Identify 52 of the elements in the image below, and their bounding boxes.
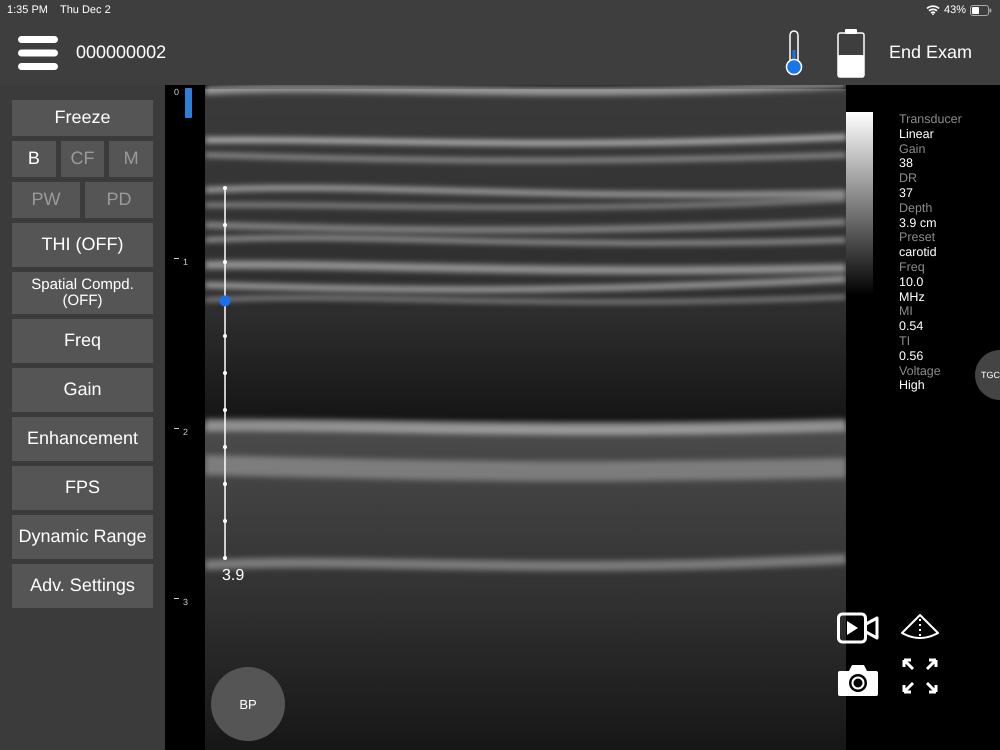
parameter-value: MHz xyxy=(899,290,926,304)
parameter-label: Freq xyxy=(899,260,926,275)
parameter-label: DR xyxy=(899,171,918,186)
control-button[interactable]: Spatial Compd. (OFF) xyxy=(12,272,153,314)
focus-thumb[interactable] xyxy=(220,295,230,306)
parameter-value: 10.0 xyxy=(899,274,924,290)
depth-tick-label: 2 xyxy=(183,427,188,437)
parameter-label: Depth xyxy=(899,200,934,216)
control-button[interactable]: Gain xyxy=(12,368,153,412)
parameter-value: High xyxy=(899,378,926,394)
tgc-button[interactable]: TGC xyxy=(975,350,1000,400)
parameter-value: carotid xyxy=(899,245,938,260)
sector-probe-icon[interactable] xyxy=(900,613,940,641)
parameter-label: Gain xyxy=(899,142,926,156)
expand-icon[interactable] xyxy=(900,656,940,696)
control-button[interactable]: FPS xyxy=(12,466,153,510)
parameter-label: Transducer xyxy=(899,112,962,127)
thermometer-icon xyxy=(784,30,803,76)
battery-icon xyxy=(836,28,865,78)
wifi-icon xyxy=(926,5,940,15)
parameter-label: TI xyxy=(899,334,912,349)
control-button[interactable]: Enhancement xyxy=(12,417,153,461)
depth-tick-label: 3 xyxy=(183,597,188,607)
battery-icon xyxy=(970,4,992,16)
parameter-value: 3.9 cm xyxy=(899,216,938,230)
end-exam-button[interactable]: End Exam xyxy=(888,42,972,63)
parameter-label: MI xyxy=(899,304,914,320)
patient-id: 000000002 xyxy=(76,42,166,63)
parameter-value: 0.54 xyxy=(899,319,924,334)
parameter-label: Voltage xyxy=(899,364,942,378)
depth-tick-label: 0 xyxy=(174,87,180,97)
control-button[interactable]: Adv. Settings xyxy=(12,564,153,608)
status-date: Thu Dec 2 xyxy=(60,4,111,16)
focus-depth-label: 3.9 xyxy=(222,567,244,585)
parameter-value: 0.56 xyxy=(899,348,924,364)
control-button[interactable]: Freq xyxy=(12,319,153,363)
camera-icon[interactable] xyxy=(837,663,879,697)
depth-marker xyxy=(185,88,192,118)
focus-slider[interactable] xyxy=(219,183,231,563)
parameter-value: 37 xyxy=(899,186,914,201)
parameter-label: Preset xyxy=(899,230,936,246)
control-button[interactable]: THI (OFF) xyxy=(12,223,153,267)
status-time: 1:35 PM xyxy=(7,4,48,16)
control-button[interactable]: Dynamic Range xyxy=(12,515,153,559)
battery-percent: 43% xyxy=(944,4,966,16)
menu-icon[interactable] xyxy=(18,34,58,70)
control-button[interactable]: Freeze xyxy=(12,100,153,136)
parameter-value: Linear xyxy=(899,126,935,142)
mode-tab[interactable]: B xyxy=(12,141,56,177)
video-camera-icon[interactable] xyxy=(837,612,879,644)
parameter-value: 38 xyxy=(899,156,914,172)
depth-tick-label: 1 xyxy=(183,257,188,267)
